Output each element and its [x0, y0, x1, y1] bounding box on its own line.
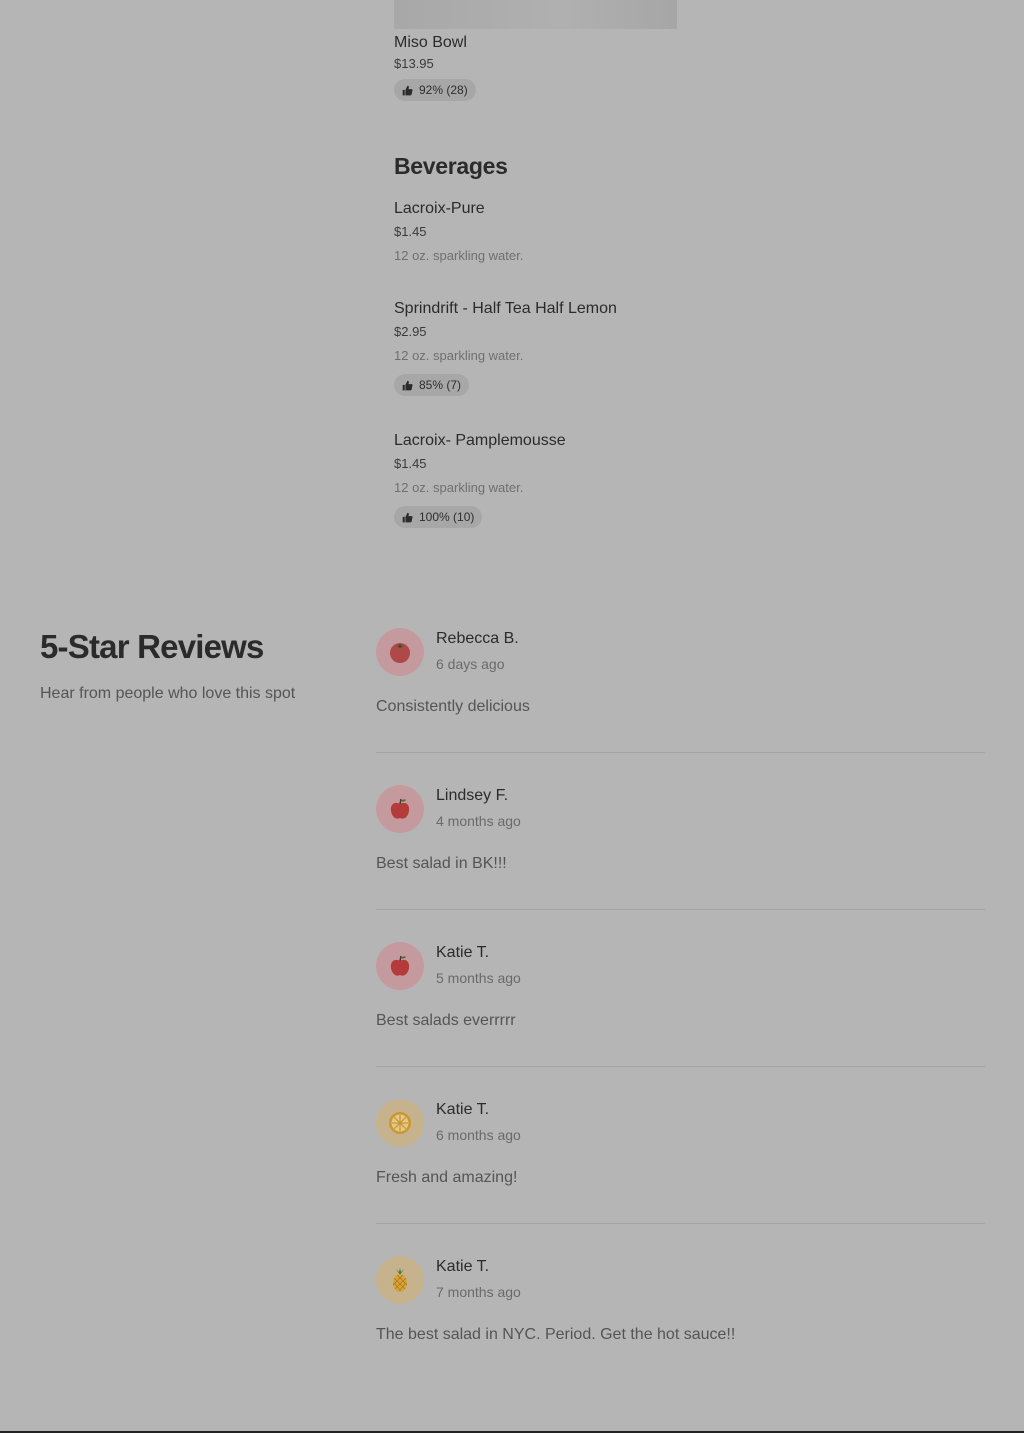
rating-badge: 92% (28): [394, 79, 476, 101]
pineapple-icon: [392, 1268, 408, 1292]
item-name: Sprindrift - Half Tea Half Lemon: [394, 300, 617, 317]
tomato-icon: [390, 643, 410, 663]
avatar: [376, 1099, 424, 1147]
review-text: Best salads everrrrr: [376, 1012, 516, 1029]
review-text: Consistently delicious: [376, 698, 530, 715]
avatar: [376, 942, 424, 990]
item-price: $2.95: [394, 324, 427, 339]
review-text: Best salad in BK!!!: [376, 855, 507, 872]
item-price: $1.45: [394, 224, 427, 239]
reviewer-name: Lindsey F.: [436, 787, 509, 804]
reviewer-name: Katie T.: [436, 1258, 490, 1275]
review-date: 6 days ago: [436, 656, 505, 672]
menu-item-miso-bowl[interactable]: Miso Bowl $13.95 92% (28): [394, 33, 476, 101]
rating-text: 85% (7): [419, 378, 462, 392]
item-name: Lacroix- Pamplemousse: [394, 432, 566, 449]
reviews-subheading: Hear from people who love this spot: [40, 685, 296, 702]
reviewer-name: Katie T.: [436, 944, 490, 961]
divider: [376, 909, 985, 910]
item-price: $13.95: [394, 56, 434, 71]
item-description: 12 oz. sparkling water.: [394, 480, 524, 495]
divider: [376, 1066, 985, 1067]
menu-item-lacroix-pure[interactable]: Lacroix-Pure $1.45 12 oz. sparkling wate…: [394, 199, 523, 264]
rating-badge: 85% (7): [394, 374, 470, 396]
thumbs-up-icon: [402, 85, 413, 95]
review-text: Fresh and amazing!: [376, 1169, 518, 1186]
menu-item-lacroix-pamplemousse[interactable]: Lacroix- Pamplemousse $1.45 12 oz. spark…: [394, 431, 566, 528]
section-title-beverages: Beverages: [394, 153, 508, 179]
avatar: [376, 628, 424, 676]
item-name: Miso Bowl: [394, 34, 467, 51]
review-date: 5 months ago: [436, 970, 521, 986]
reviewer-name: Katie T.: [436, 1101, 490, 1118]
thumbs-up-icon: [402, 512, 413, 522]
rating-text: 100% (10): [419, 510, 475, 524]
divider: [376, 752, 985, 753]
apple-icon: [390, 955, 410, 976]
item-description: 12 oz. sparkling water.: [394, 248, 524, 263]
review-date: 6 months ago: [436, 1127, 521, 1143]
review-text: The best salad in NYC. Period. Get the h…: [376, 1326, 736, 1343]
orange-slice-icon: [389, 1112, 411, 1134]
menu-item-sprindrift[interactable]: Sprindrift - Half Tea Half Lemon $2.95 1…: [394, 299, 617, 396]
rating-text: 92% (28): [419, 83, 468, 97]
divider: [376, 1223, 985, 1224]
item-price: $1.45: [394, 456, 427, 471]
thumbs-up-icon: [402, 380, 413, 390]
item-description: 12 oz. sparkling water.: [394, 348, 524, 363]
avatar: [376, 785, 424, 833]
rating-badge: 100% (10): [394, 506, 483, 528]
reviewer-name: Rebecca B.: [436, 630, 519, 647]
reviews-heading: 5-Star Reviews: [40, 628, 264, 665]
avatar: [376, 1256, 424, 1304]
miso-bowl-image[interactable]: [394, 0, 677, 29]
review-date: 7 months ago: [436, 1284, 521, 1300]
item-name: Lacroix-Pure: [394, 200, 485, 217]
apple-icon: [390, 798, 410, 819]
review-date: 4 months ago: [436, 813, 521, 829]
